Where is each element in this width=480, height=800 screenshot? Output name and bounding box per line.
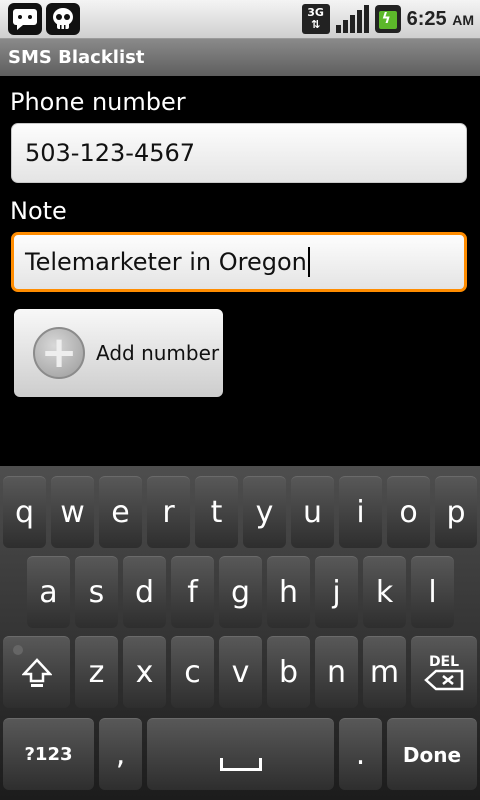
key-z[interactable]: z [75,636,118,708]
key-j[interactable]: j [315,556,358,628]
key-a[interactable]: a [27,556,70,628]
note-label: Note [10,197,67,225]
done-key[interactable]: Done [387,718,477,790]
key-d[interactable]: d [123,556,166,628]
phone-number-field[interactable]: 503-123-4567 [11,123,467,183]
shift-indicator-icon [13,645,23,655]
shift-key[interactable] [3,636,70,708]
clock-ampm: AM [452,11,474,28]
shift-icon [21,657,52,687]
add-number-button[interactable]: + Add number [14,309,223,397]
key-b[interactable]: b [267,636,310,708]
battery-charging-icon: ϟ [374,5,401,33]
backspace-icon [424,669,464,690]
signal-icon [335,5,369,33]
key-p[interactable]: p [435,476,477,548]
delete-label: DEL [428,653,460,670]
key-f[interactable]: f [171,556,214,628]
space-key[interactable] [147,718,334,790]
note-field[interactable]: Telemarketer in Oregon [11,232,467,292]
period-key[interactable]: . [339,718,382,790]
text-caret [307,247,310,277]
phone-number-label: Phone number [10,88,186,116]
key-q[interactable]: q [3,476,46,548]
add-number-label: Add number [96,341,220,365]
note-value: Telemarketer in Oregon [25,248,307,276]
key-s[interactable]: s [75,556,118,628]
key-v[interactable]: v [219,636,262,708]
soft-keyboard: q w e r t y u i o p a s d f g h j k l z … [0,466,480,800]
key-l[interactable]: l [411,556,454,628]
screen: 3G ⇅ ϟ 6:25 AM SMS Blacklist Phone numbe… [0,0,480,800]
title-bar: SMS Blacklist [0,39,480,76]
key-k[interactable]: k [363,556,406,628]
key-e[interactable]: e [99,476,142,548]
key-i[interactable]: i [339,476,382,548]
app-title: SMS Blacklist [8,47,145,68]
key-t[interactable]: t [195,476,238,548]
chat-icon [8,3,42,35]
comma-key[interactable]: , [99,718,142,790]
key-w[interactable]: w [51,476,94,548]
key-y[interactable]: y [243,476,286,548]
key-g[interactable]: g [219,556,262,628]
key-o[interactable]: o [387,476,430,548]
add-icon: + [33,327,85,379]
skull-icon [46,3,80,35]
key-h[interactable]: h [267,556,310,628]
network-3g-icon: 3G ⇅ [301,4,330,34]
symbols-key[interactable]: ?123 [3,718,94,790]
key-r[interactable]: r [147,476,190,548]
key-x[interactable]: x [123,636,166,708]
key-c[interactable]: c [171,636,214,708]
clock-time: 6:25 [406,7,447,30]
delete-key[interactable]: DEL [411,636,477,708]
status-bar: 3G ⇅ ϟ 6:25 AM [0,0,480,39]
key-m[interactable]: m [363,636,406,708]
clock: 6:25 AM [407,8,474,31]
key-n[interactable]: n [315,636,358,708]
phone-number-value: 503-123-4567 [25,139,196,167]
key-u[interactable]: u [291,476,334,548]
space-icon [219,758,262,771]
